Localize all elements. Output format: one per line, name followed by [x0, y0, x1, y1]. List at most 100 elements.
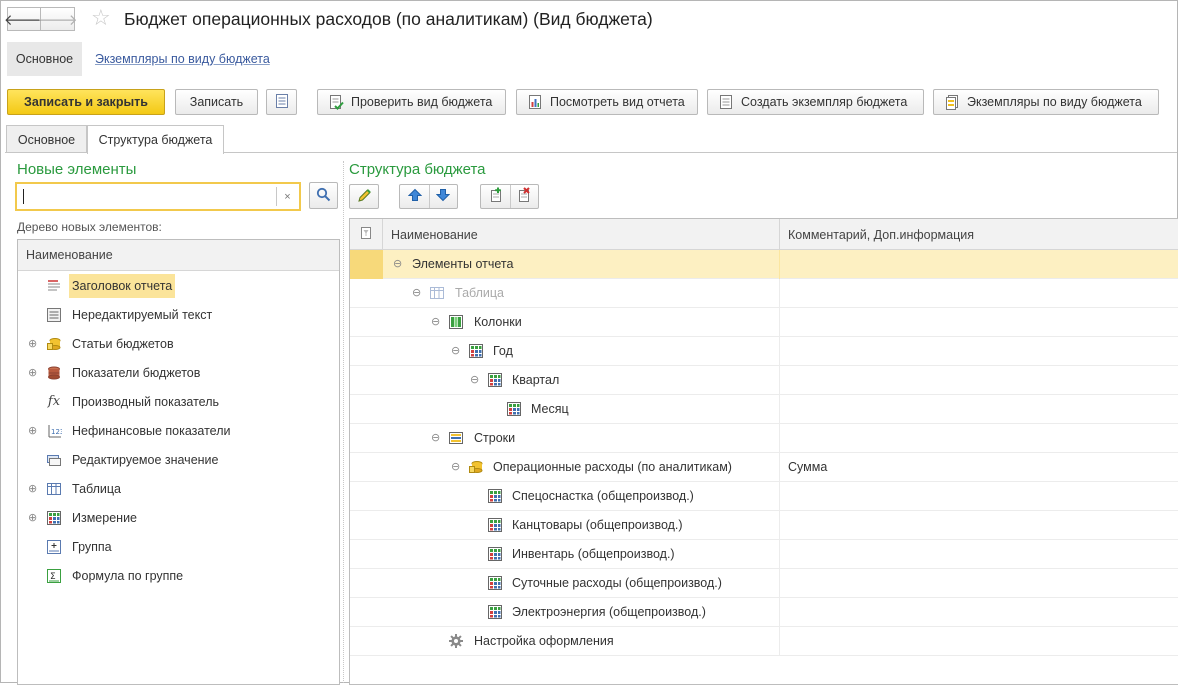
edit-button[interactable]	[349, 184, 379, 209]
instances-label: Экземпляры по виду бюджета	[967, 95, 1142, 109]
rows-icon	[448, 430, 464, 446]
tree-row-month[interactable]: Месяц	[350, 395, 1178, 424]
filter-icon	[359, 226, 373, 243]
check-budget-type-button[interactable]: Проверить вид бюджета	[317, 89, 506, 115]
favorite-star-icon[interactable]: ☆	[91, 6, 111, 30]
add-row-button[interactable]	[482, 185, 510, 208]
budget-indicators-icon	[46, 365, 62, 381]
dimension-icon	[487, 488, 503, 504]
clear-search-button[interactable]: ×	[276, 187, 298, 206]
tree-item-group[interactable]: Группа	[18, 532, 339, 561]
row-selection-marker	[350, 250, 383, 279]
tree-item-label: Показатели бюджетов	[72, 365, 201, 380]
app-window: 🡐 🡒 ☆ Бюджет операционных расходов (по а…	[0, 0, 1178, 685]
view-report-button[interactable]: Посмотреть вид отчета	[516, 89, 698, 115]
save-button[interactable]: Записать	[175, 89, 258, 115]
collapse-icon[interactable]: ⊖	[451, 344, 460, 357]
instances-button[interactable]: Экземпляры по виду бюджета	[933, 89, 1159, 115]
history-nav: 🡐 🡒	[4, 7, 78, 31]
tree-row-appearance-settings[interactable]: Настройка оформления	[350, 627, 1178, 656]
search-input[interactable]: ×	[15, 182, 301, 211]
row-label: Элементы отчета	[412, 257, 514, 271]
formula-fx-icon: fx	[47, 394, 61, 409]
row-label: Строки	[474, 431, 516, 445]
tree-row-electricity[interactable]: Электроэнергия (общепроизвод.)	[350, 598, 1178, 627]
arrow-right-icon: 🡒	[37, 11, 78, 29]
structure-grid[interactable]: Наименование Комментарий, Доп.информация…	[349, 218, 1178, 685]
expand-icon[interactable]: ⊕	[28, 337, 37, 350]
delete-row-button[interactable]	[509, 185, 538, 208]
pencil-icon	[357, 188, 372, 206]
expand-icon[interactable]: ⊕	[28, 482, 37, 495]
forward-button[interactable]: 🡒	[37, 7, 78, 31]
tree-row-table[interactable]: ⊖ Таблица	[350, 279, 1178, 308]
collapse-icon[interactable]: ⊖	[431, 315, 440, 328]
tree-item-dimension[interactable]: ⊕ Измерение	[18, 503, 339, 532]
row-label: Инвентарь (общепроизвод.)	[512, 547, 675, 561]
panel-splitter[interactable]	[343, 161, 344, 683]
tree-row-stationery[interactable]: Канцтовары (общепроизвод.)	[350, 511, 1178, 540]
collapse-icon[interactable]: ⊖	[470, 373, 479, 386]
form-nav-instances-link[interactable]: Экземпляры по виду бюджета	[95, 52, 270, 66]
move-up-button[interactable]	[401, 185, 429, 208]
budget-items-icon	[46, 336, 62, 352]
tree-item-nonfinancial[interactable]: ⊕ 123 Нефинансовые показатели	[18, 416, 339, 445]
expand-icon[interactable]: ⊕	[28, 424, 37, 437]
row-label: Год	[493, 344, 513, 358]
dimension-icon	[487, 604, 503, 620]
collapse-icon[interactable]: ⊖	[393, 257, 402, 270]
dimension-icon	[487, 546, 503, 562]
tree-item-readonly-text[interactable]: Нередактируемый текст	[18, 300, 339, 329]
row-label: Колонки	[474, 315, 522, 329]
collapse-icon[interactable]: ⊖	[412, 286, 421, 299]
tree-item-label: Измерение	[72, 510, 138, 525]
tab-budget-structure[interactable]: Структура бюджета	[87, 125, 224, 154]
collapse-icon[interactable]: ⊖	[451, 460, 460, 473]
save-label: Записать	[189, 95, 244, 109]
new-elements-tree[interactable]: Наименование Заголовок отчета Нередактир…	[17, 239, 340, 685]
tab-main[interactable]: Основное	[6, 125, 87, 153]
list-menu-icon	[275, 93, 289, 112]
tree-item-derived-indicator[interactable]: fx Производный показатель	[18, 387, 339, 416]
add-row-icon	[488, 187, 504, 206]
tree-row-daily-allowance[interactable]: Суточные расходы (общепроизвод.)	[350, 569, 1178, 598]
move-down-button[interactable]	[428, 185, 457, 208]
tree-item-budget-items[interactable]: ⊕ Статьи бюджетов	[18, 329, 339, 358]
grid-settings-button[interactable]	[350, 219, 383, 250]
create-instance-button[interactable]: Создать экземпляр бюджета	[707, 89, 924, 115]
tree-item-editable-value[interactable]: Редактируемое значение	[18, 445, 339, 474]
expand-icon[interactable]: ⊕	[28, 511, 37, 524]
columns-icon	[448, 314, 464, 330]
tree-row-inventory[interactable]: Инвентарь (общепроизвод.)	[350, 540, 1178, 569]
tree-row-special-equipment[interactable]: Спецоснастка (общепроизвод.)	[350, 482, 1178, 511]
tree-row-operating-expenses[interactable]: ⊖ Операционные расходы (по аналитикам) С…	[350, 453, 1178, 482]
more-actions-button[interactable]	[266, 89, 297, 115]
expand-icon[interactable]: ⊕	[28, 366, 37, 379]
tree-item-label: Заголовок отчета	[69, 273, 176, 298]
tree-row-columns[interactable]: ⊖ Колонки	[350, 308, 1178, 337]
table-icon	[46, 481, 62, 497]
tree-item-report-header[interactable]: Заголовок отчета	[18, 271, 339, 300]
column-name-header[interactable]: Наименование	[391, 228, 478, 242]
row-label: Суточные расходы (общепроизвод.)	[512, 576, 722, 590]
cell-separator	[779, 453, 780, 482]
column-comment-header[interactable]: Комментарий, Доп.информация	[788, 228, 974, 242]
row-label: Таблица	[455, 286, 505, 300]
new-elements-tree-label: Дерево новых элементов:	[17, 220, 162, 234]
tree-item-group-formula[interactable]: Σ Формула по группе	[18, 561, 339, 590]
back-button[interactable]: 🡐	[4, 7, 44, 31]
collapse-icon[interactable]: ⊖	[431, 431, 440, 444]
tree-column-header[interactable]: Наименование	[18, 240, 339, 271]
cell-separator	[779, 627, 780, 656]
tree-row-year[interactable]: ⊖ Год	[350, 337, 1178, 366]
tree-row-report-elements[interactable]: ⊖ Элементы отчета	[350, 250, 1178, 279]
form-nav-main[interactable]: Основное	[7, 42, 82, 76]
cell-separator	[779, 598, 780, 627]
save-and-close-button[interactable]: Записать и закрыть	[7, 89, 165, 115]
search-button[interactable]	[309, 182, 338, 209]
tree-row-rows[interactable]: ⊖ Строки	[350, 424, 1178, 453]
tree-item-budget-indicators[interactable]: ⊕ Показатели бюджетов	[18, 358, 339, 387]
tree-item-table[interactable]: ⊕ Таблица	[18, 474, 339, 503]
tree-item-label: Нефинансовые показатели	[72, 423, 231, 438]
tree-row-quarter[interactable]: ⊖ Квартал	[350, 366, 1178, 395]
